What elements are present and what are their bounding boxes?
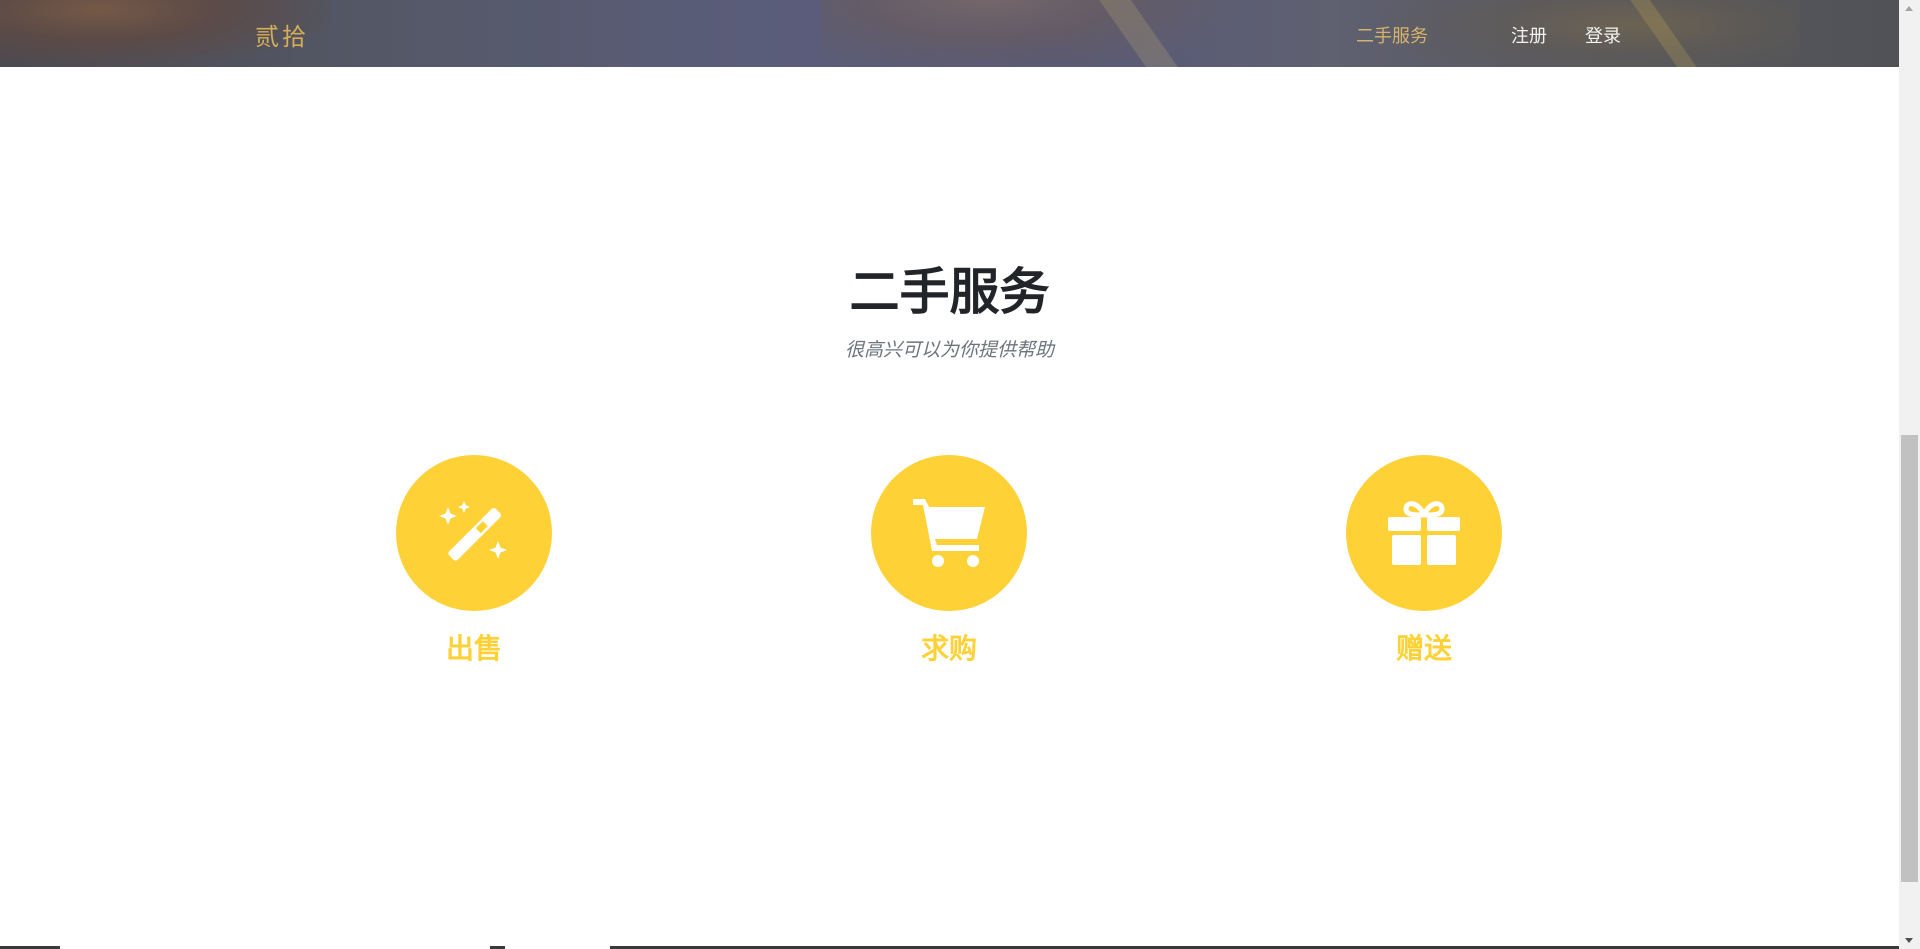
nav-link-register[interactable]: 注册	[1511, 22, 1547, 48]
nav-link-login[interactable]: 登录	[1585, 22, 1621, 48]
brand-logo[interactable]: 贰拾	[255, 17, 309, 52]
nav-link-services[interactable]: 二手服务	[1356, 22, 1428, 48]
service-sell: 出售	[374, 455, 574, 675]
service-buy: 求购	[849, 455, 1049, 675]
magic-wand-icon	[439, 501, 507, 561]
section-title: 二手服务	[849, 263, 1050, 321]
service-gift-label[interactable]: 赠送	[1324, 627, 1524, 667]
service-gift-button[interactable]	[1346, 455, 1502, 611]
navbar: 贰拾 二手服务 注册 登录	[0, 0, 1899, 67]
navbar-background-detail	[820, 0, 1240, 67]
section-subtitle: 很高兴可以为你提供帮助	[844, 339, 1054, 361]
service-sell-label[interactable]: 出售	[374, 627, 574, 667]
gift-icon	[1388, 501, 1460, 565]
shopping-cart-icon	[913, 499, 985, 567]
service-buy-button[interactable]	[871, 455, 1027, 611]
service-gift: 赠送	[1324, 455, 1524, 675]
vertical-scrollbar[interactable]	[1899, 0, 1920, 949]
service-buy-label[interactable]: 求购	[849, 627, 1049, 667]
page: 贰拾 二手服务 注册 登录 二手服务 很高兴可以为你提供帮助 出售 求购 赠送	[0, 0, 1899, 949]
service-sell-button[interactable]	[396, 455, 552, 611]
scroll-up-arrow-icon[interactable]	[1899, 0, 1920, 17]
scrollbar-thumb[interactable]	[1901, 435, 1918, 882]
scroll-down-arrow-icon[interactable]	[1899, 932, 1920, 949]
